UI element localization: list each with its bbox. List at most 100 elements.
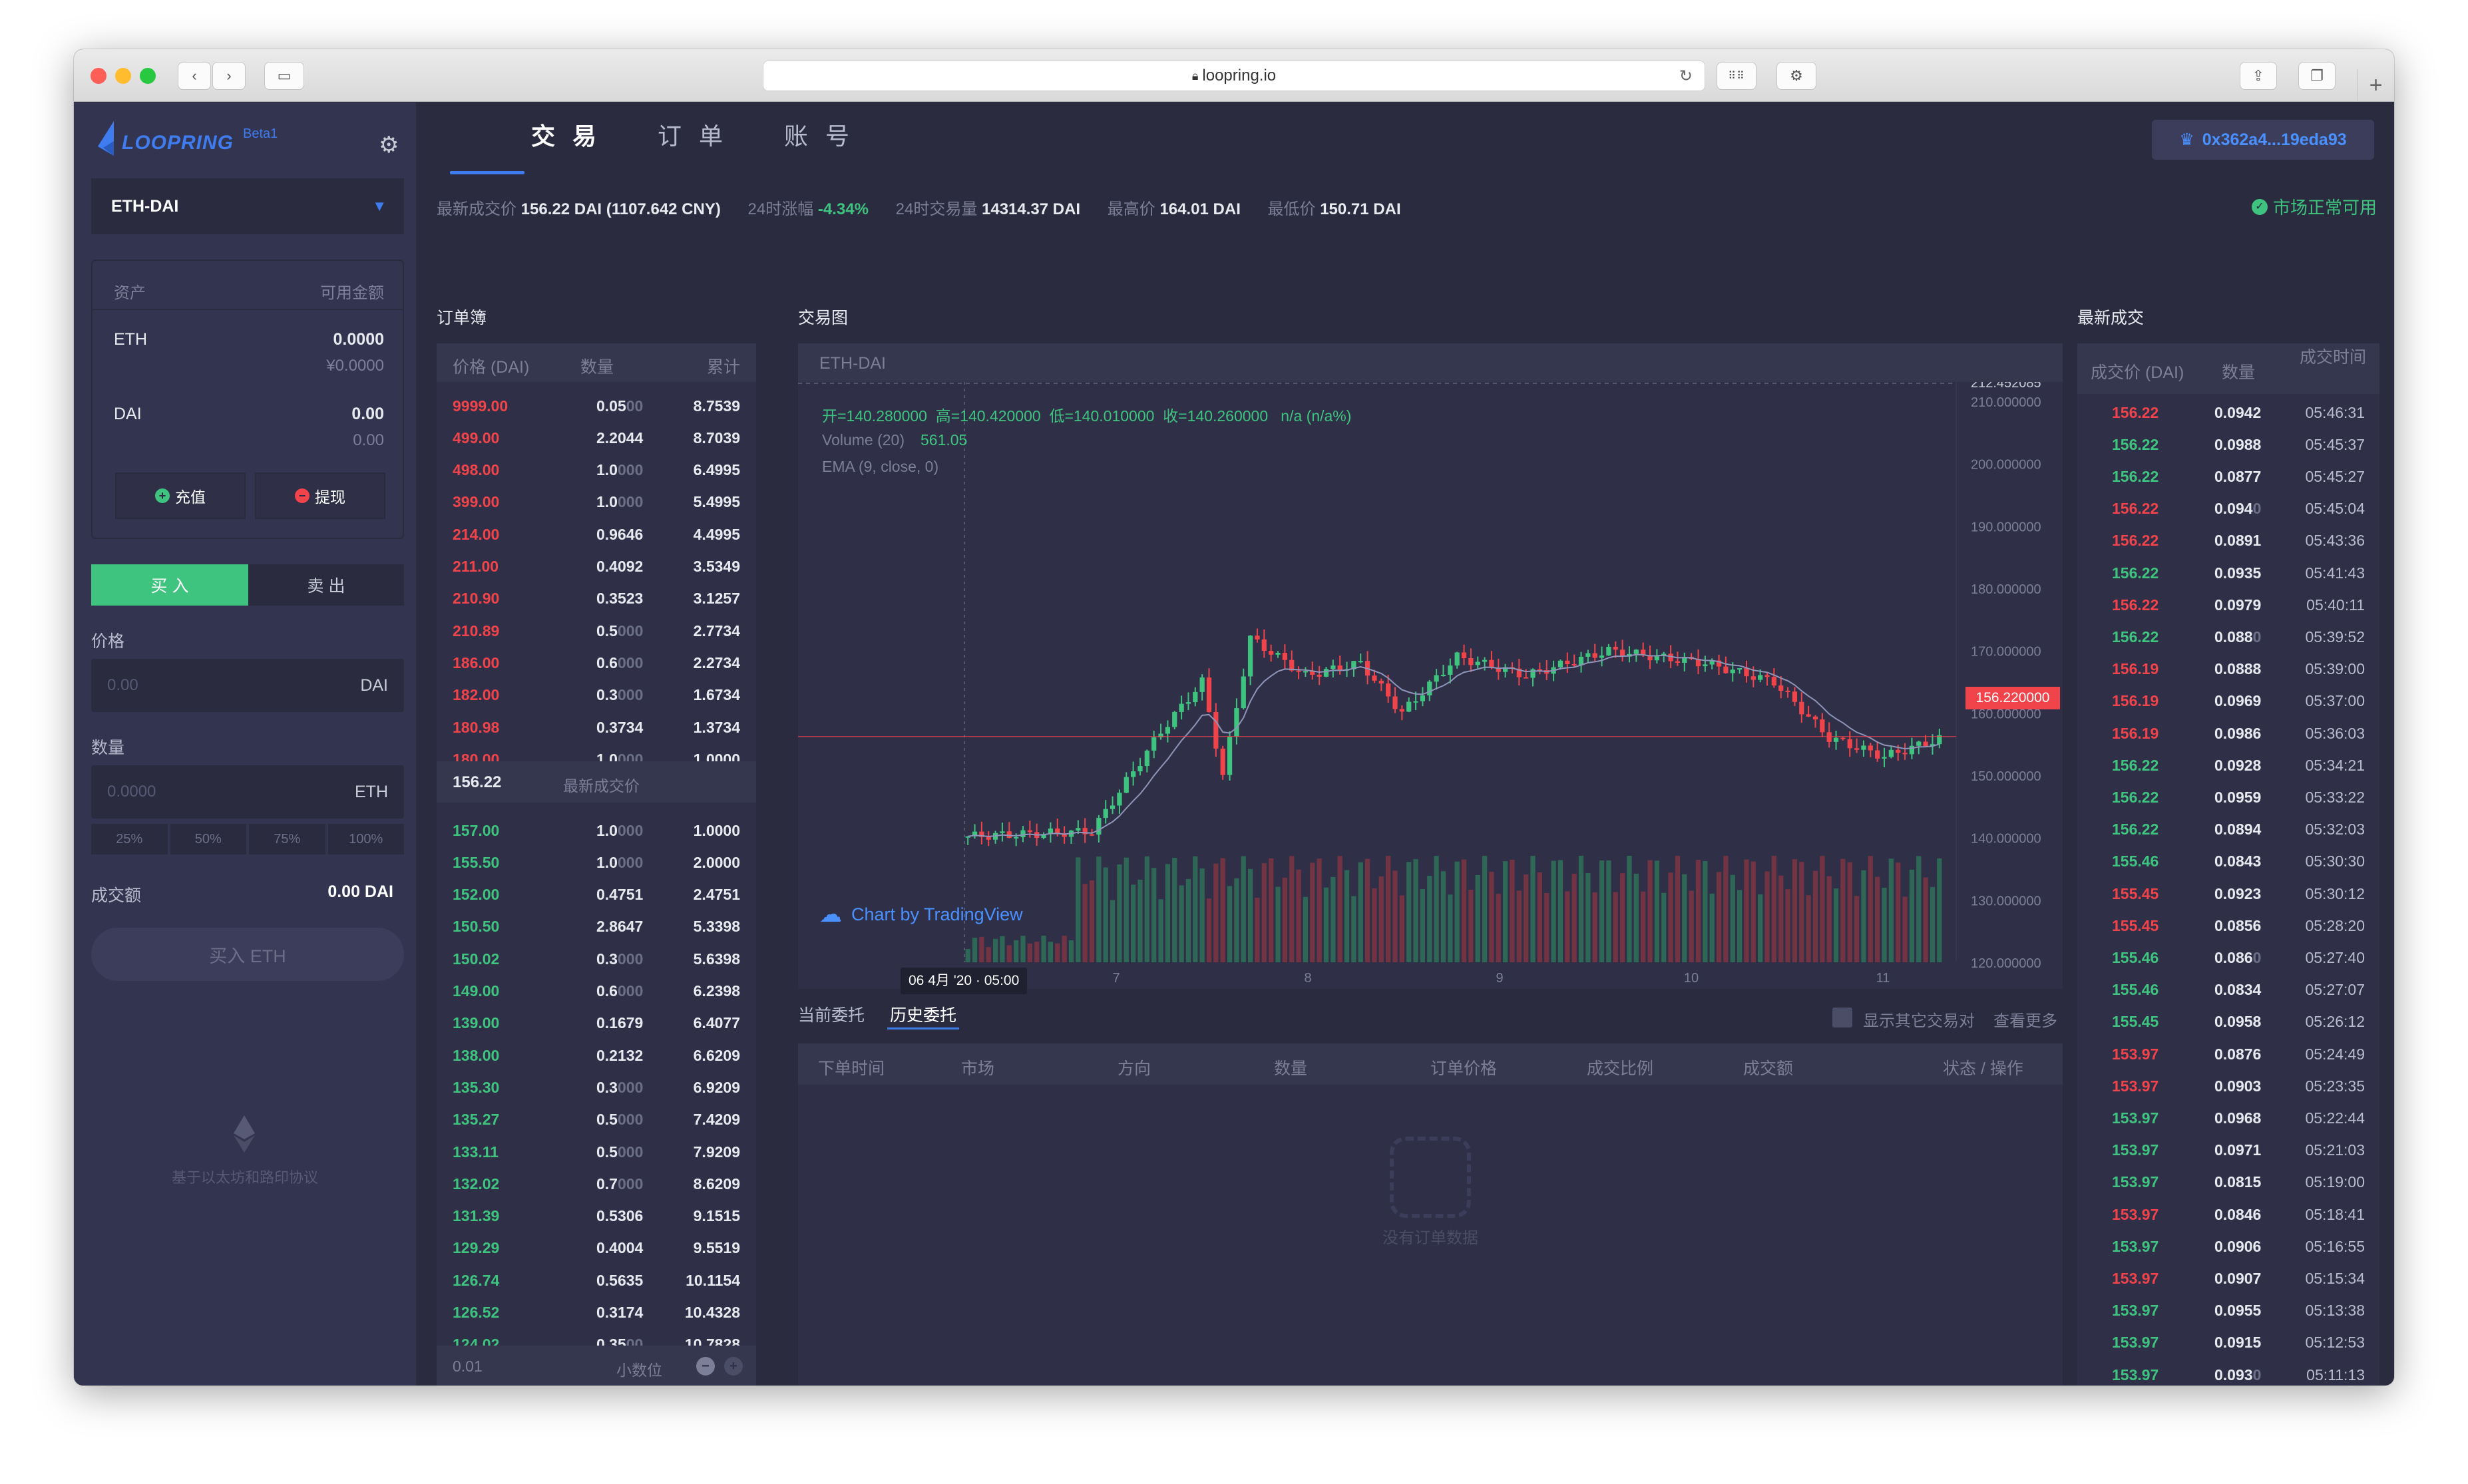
percent-100-button[interactable]: 100% <box>327 824 404 854</box>
candle-body <box>1027 830 1032 833</box>
candle-body <box>1179 703 1184 712</box>
zoom-window-button[interactable] <box>140 68 156 84</box>
trade-row: 153.97 0.0955 05:13:38 <box>2077 1295 2379 1327</box>
qty-main: 0.0894 <box>2214 821 2262 838</box>
volume-bar <box>1675 856 1681 962</box>
deposit-button[interactable]: + 充值 <box>115 472 246 519</box>
sidebar-toggle-button[interactable]: ▭ <box>264 62 304 90</box>
orderbook-row[interactable]: 135.27 0.5000 7.4209 <box>437 1104 756 1136</box>
percent-50-button[interactable]: 50% <box>170 824 246 854</box>
volume-bar <box>1185 878 1191 962</box>
orderbook-row[interactable]: 135.30 0.3000 6.9209 <box>437 1071 756 1103</box>
tabs-button[interactable]: ❐ <box>2298 62 2336 90</box>
orderbook-row[interactable]: 155.50 1.0000 2.0000 <box>437 846 756 878</box>
buy-submit-button[interactable]: 买入 ETH <box>91 928 404 981</box>
tab-orders[interactable]: 订 单 <box>658 117 728 152</box>
order-total: 5.4995 <box>693 493 740 511</box>
plus-circle-icon[interactable]: + <box>724 1357 743 1376</box>
total-label: 成交额 <box>91 886 142 905</box>
percent-25-button[interactable]: 25% <box>91 824 168 854</box>
orderbook-row[interactable]: 149.00 0.6000 6.2398 <box>437 976 756 1008</box>
volume-bar <box>1840 858 1846 962</box>
volume-bar <box>1331 876 1336 962</box>
volume-bar <box>1682 874 1687 962</box>
view-more-link[interactable]: 查看更多 <box>1993 1008 2057 1031</box>
orderbook-row[interactable]: 214.00 0.9646 4.4995 <box>437 518 756 550</box>
grid-button[interactable]: ⠿⠿ <box>1717 62 1756 90</box>
tab-order-history[interactable]: 历史委托 <box>890 1002 956 1026</box>
tab-account[interactable]: 账 号 <box>784 117 855 152</box>
orderbook-row[interactable]: 132.02 0.7000 8.6209 <box>437 1168 756 1200</box>
wallet-address-button[interactable]: ♛ 0x362a4...19eda93 <box>2152 120 2374 160</box>
new-tab-button[interactable]: + <box>2357 69 2394 102</box>
candlestick-chart[interactable]: 210.000000 200.000000 190.000000 180.000000… <box>798 382 2063 989</box>
volume-bar <box>1930 886 1936 962</box>
plus-circle-icon: + <box>155 488 170 503</box>
minus-circle-icon[interactable]: − <box>696 1357 715 1376</box>
trade-qty: 0.0969 <box>2214 692 2261 710</box>
minimize-window-button[interactable] <box>115 68 131 84</box>
volume-bar <box>1151 868 1157 962</box>
withdraw-button[interactable]: − 提现 <box>255 472 385 519</box>
orderbook-row[interactable]: 210.90 0.3523 3.1257 <box>437 583 756 615</box>
orderbook-row[interactable]: 157.00 1.0000 1.0000 <box>437 815 756 846</box>
orderbook-row[interactable]: 498.00 1.0000 6.4995 <box>437 455 756 486</box>
share-button[interactable]: ⇪ <box>2240 62 2277 90</box>
trade-qty: 0.0906 <box>2214 1238 2261 1256</box>
sell-tab[interactable]: 卖 出 <box>248 564 404 606</box>
orderbook-row[interactable]: 126.74 0.5635 10.1154 <box>437 1264 756 1296</box>
order-qty: 1.0000 <box>596 493 643 511</box>
candle-body <box>1296 670 1301 672</box>
candle-body <box>1227 736 1233 775</box>
tab-trade[interactable]: 交 易 <box>531 117 602 152</box>
orderbook-row[interactable]: 211.00 0.4092 3.5349 <box>437 551 756 583</box>
address-bar[interactable]: 🔒︎ loopring.io ↻ <box>763 61 1705 91</box>
order-price: 499.00 <box>453 429 500 447</box>
orderbook-row[interactable]: 133.11 0.5000 7.9209 <box>437 1136 756 1168</box>
qty-trailing: 000 <box>617 950 644 968</box>
orderbook-row[interactable]: 131.39 0.5306 9.1515 <box>437 1201 756 1232</box>
orderbook-row[interactable]: 182.00 0.3000 1.6734 <box>437 679 756 711</box>
volume-bar <box>1420 888 1426 962</box>
percent-label: 25% <box>116 831 143 846</box>
orderbook-row[interactable]: 126.52 0.3174 10.4328 <box>437 1297 756 1329</box>
orderbook-row[interactable]: 150.50 2.8647 5.3398 <box>437 911 756 943</box>
volume-bar <box>1806 895 1811 962</box>
trade-price: 156.22 <box>2112 467 2159 485</box>
qty-main: 0.0942 <box>2214 403 2262 421</box>
trade-row: 155.46 0.0843 05:30:30 <box>2077 846 2379 878</box>
orderbook-row[interactable]: 210.89 0.5000 2.7734 <box>437 615 756 647</box>
orderbook-row[interactable]: 180.98 0.3734 1.3734 <box>437 711 756 743</box>
orderbook-row[interactable]: 139.00 0.1679 6.4077 <box>437 1008 756 1039</box>
order-qty: 1.0000 <box>596 461 643 479</box>
orderbook-row[interactable]: 399.00 1.0000 5.4995 <box>437 486 756 518</box>
price-input[interactable]: 0.00 DAI <box>91 659 404 712</box>
qty-main: 0.3 <box>596 686 618 704</box>
tab-current-orders[interactable]: 当前委托 <box>798 1002 865 1026</box>
candle-body <box>1137 766 1143 772</box>
tab-label: 订 单 <box>658 122 729 150</box>
quantity-input[interactable]: 0.0000 ETH <box>91 765 404 819</box>
checkbox[interactable] <box>1832 1008 1852 1027</box>
volume-bar <box>1364 858 1370 962</box>
settings-gear-icon[interactable]: ⚙ <box>379 132 399 158</box>
candle-body <box>1399 709 1404 712</box>
reload-icon[interactable]: ↻ <box>1679 67 1693 86</box>
percent-75-button[interactable]: 75% <box>249 824 325 854</box>
volume-bar <box>1868 856 1873 962</box>
close-window-button[interactable] <box>91 68 106 84</box>
market-select[interactable]: ETH-DAI ▼ <box>91 178 404 234</box>
trade-row: 156.22 0.0894 05:32:03 <box>2077 814 2379 846</box>
orderbook-row[interactable]: 138.00 0.2132 6.6209 <box>437 1039 756 1071</box>
extension-button[interactable]: ⚙ <box>1776 62 1816 90</box>
buy-tab[interactable]: 买 入 <box>91 564 248 606</box>
orderbook-row[interactable]: 186.00 0.6000 2.2734 <box>437 647 756 679</box>
volume-bar <box>1386 856 1391 962</box>
back-button[interactable]: ‹ <box>178 62 211 90</box>
orderbook-row[interactable]: 129.29 0.4004 9.5519 <box>437 1232 756 1264</box>
orderbook-row[interactable]: 499.00 2.2044 8.7039 <box>437 422 756 454</box>
orderbook-row[interactable]: 9999.00 0.0500 8.7539 <box>437 390 756 422</box>
orderbook-row[interactable]: 152.00 0.4751 2.4751 <box>437 879 756 911</box>
orderbook-row[interactable]: 150.02 0.3000 5.6398 <box>437 943 756 975</box>
forward-button[interactable]: › <box>212 62 246 90</box>
